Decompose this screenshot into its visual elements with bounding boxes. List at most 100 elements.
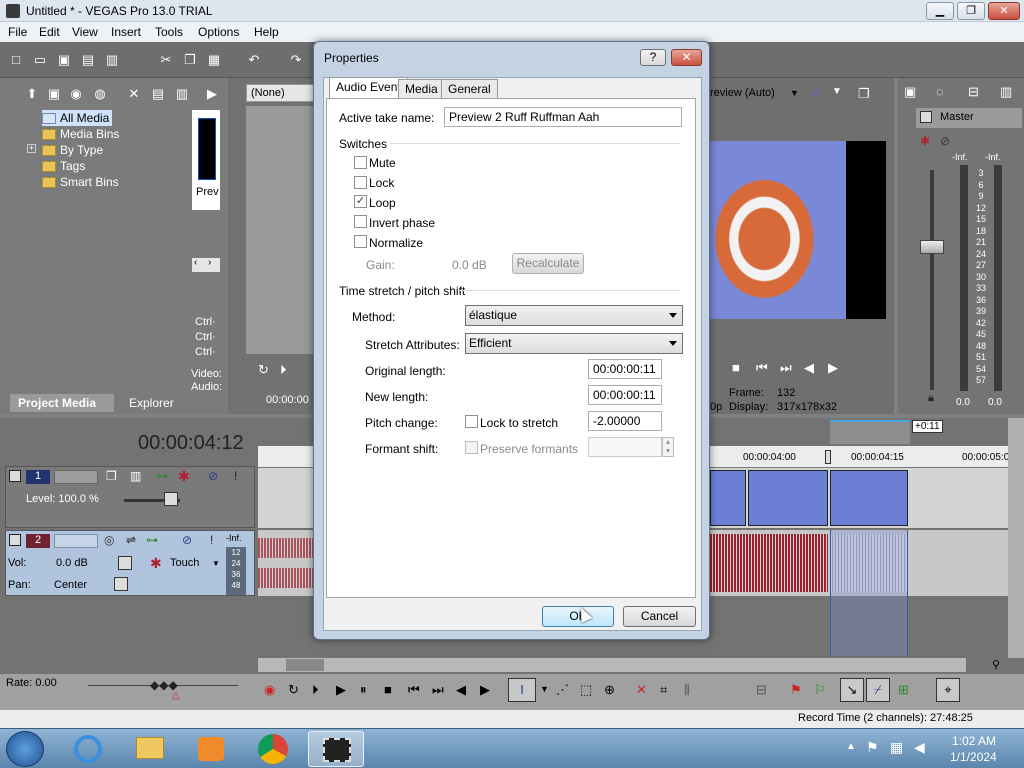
menu-file[interactable]: File [8,25,27,39]
formant-shift-spinner[interactable]: ▲ ▼ [662,437,674,457]
lock-to-stretch-checkbox[interactable] [465,415,478,428]
taskbar-vegas-pro[interactable] [308,731,364,767]
edit-tool-dropdown-icon[interactable]: ▼ [540,684,549,694]
video-clip[interactable] [830,470,908,526]
recalculate-button[interactable]: Recalculate [512,253,584,274]
original-length-field[interactable]: 00:00:00:11 [588,359,662,379]
audio-clip[interactable] [710,534,828,592]
preview-next-frame-icon[interactable]: ⏭ [780,360,792,376]
redo-icon[interactable]: ↷ [288,52,304,68]
get-media-icon[interactable]: ◉ [68,86,84,102]
preserve-formants-checkbox[interactable] [465,441,478,454]
vol-slider-thumb[interactable] [118,556,132,570]
volume-icon[interactable]: ◀ [914,739,925,756]
undo-icon[interactable]: ↶ [246,52,262,68]
pan-slider-thumb[interactable] [114,577,128,591]
track-fx-chain-icon[interactable]: ✱ [178,468,190,485]
composite-mode-icon[interactable]: ▥ [130,469,141,483]
save-as-icon[interactable]: ▤ [80,52,96,68]
menu-edit[interactable]: Edit [39,25,60,39]
pause-icon[interactable]: ⏸ [360,682,367,698]
track-mute-icon[interactable]: ⊘ [208,469,218,483]
master-downmix-icon[interactable]: ◌ [936,84,944,99]
menu-help[interactable]: Help [254,25,279,39]
snapping-icon[interactable]: ⌖ [936,678,960,702]
play-from-start-icon[interactable]: ⏵ [312,682,319,698]
remove-icon[interactable]: ✕ [126,86,142,102]
preview-mode-dropdown[interactable]: review (Auto) ▼ [710,86,802,104]
paste-icon[interactable]: ▦ [206,52,222,68]
track-name-field[interactable] [54,534,98,548]
grid-icon[interactable]: # [812,86,819,101]
master-lock-fader-icon[interactable]: 🔒︎ [928,392,934,405]
cursor-marker[interactable] [825,450,831,464]
media-fx-icon[interactable]: ▤ [150,86,166,102]
tree-item-by-type[interactable]: By Type [42,142,103,158]
import-media-icon[interactable]: ⬆ [24,86,40,102]
track-motion-icon[interactable]: ❐ [106,469,117,483]
video-track-header[interactable]: 1 ❐ ▥ ⊶ ✱ ⊘ ! Level: 100.0 % [5,466,255,528]
hscroll-thumb[interactable] [286,659,324,671]
tree-item-all-media[interactable]: All Media [42,110,113,126]
menu-options[interactable]: Options [198,25,239,39]
loop-playback-icon[interactable]: ↻ [288,682,299,698]
track-fx-icon[interactable]: ⊶ [156,469,168,483]
clock-date[interactable]: 1/1/2024 [950,750,997,764]
dialog-help-button[interactable]: ? [640,49,666,66]
trimmer-dropdown[interactable]: (None) [246,84,314,102]
normal-edit-tool-icon[interactable]: I [508,678,536,702]
expand-icon[interactable]: ▶ [204,86,220,102]
split-icon[interactable]: ⫼ [684,682,690,698]
scroll-right-icon[interactable]: › [208,257,211,268]
stretch-attributes-select[interactable]: Efficient [465,333,683,354]
dialog-close-button[interactable]: ✕ [671,49,702,66]
tab-audio-event[interactable]: Audio Event [329,77,408,98]
new-icon[interactable]: □ [8,52,24,68]
project-media-tab[interactable]: Project Media [10,394,114,412]
track-expand-icon[interactable] [9,534,21,546]
open-icon[interactable]: ▭ [32,52,48,68]
properties-icon[interactable]: ▥ [104,52,120,68]
invert-phase-icon[interactable]: ⇌ [126,533,136,547]
new-length-field[interactable]: 00:00:00:11 [588,385,662,405]
selection-tool-icon[interactable]: ⬚ [580,682,592,698]
go-to-start-icon[interactable]: ⏮ [408,682,420,698]
preview-stop-icon[interactable]: ■ [732,360,740,375]
zoom-out-icon[interactable]: ⚲ [992,658,1000,671]
menu-insert[interactable]: Insert [111,25,141,39]
zoom-tool-icon[interactable]: ⊕ [604,682,615,698]
tree-item-media-bins[interactable]: Media Bins [42,126,119,142]
tree-item-tags[interactable]: Tags [42,158,85,174]
track-fx-icon[interactable]: ⊶ [146,533,158,547]
close-button[interactable]: ✕ [988,2,1020,20]
record-icon[interactable]: ◉ [264,682,275,698]
play-from-start-icon[interactable]: ⏵ [280,362,287,378]
pitch-change-field[interactable]: -2.00000 [588,411,662,431]
region-icon[interactable]: ⚐ [814,682,826,698]
maximize-button[interactable]: ❐ [957,2,985,20]
track-level-thumb[interactable] [164,492,178,506]
save-icon[interactable]: ▣ [56,52,72,68]
media-thumbnail[interactable] [198,118,216,180]
cancel-button[interactable]: Cancel [623,606,696,627]
delete-icon[interactable]: ✕ [636,682,647,698]
ignore-grouping-icon[interactable]: ↘ [840,678,864,702]
go-to-end-icon[interactable]: ⏭ [432,682,444,698]
method-select[interactable]: élastique [465,305,683,326]
track-solo-icon[interactable]: ! [210,533,213,547]
mute-checkbox[interactable] [354,156,367,169]
taskbar-chrome[interactable] [246,731,302,767]
preview-settings-icon[interactable]: ▼ [832,86,842,97]
network-icon[interactable]: ▦ [890,739,903,756]
web-icon[interactable]: ◍ [92,86,108,102]
scroll-left-icon[interactable]: ‹ [194,257,197,268]
clock-time[interactable]: 1:02 AM [952,734,996,748]
master-settings-icon[interactable]: ▣ [904,84,916,100]
timeline-vscroll[interactable] [1008,418,1024,658]
marker-icon[interactable]: ⚑ [790,682,802,698]
taskbar-media-player[interactable] [184,731,240,767]
preview-step-forward-icon[interactable]: ▶ [828,360,838,376]
start-button[interactable] [6,731,44,767]
preview-prev-frame-icon[interactable]: ⏮ [756,360,768,376]
master-mute-icon[interactable]: ⊘ [940,134,950,148]
